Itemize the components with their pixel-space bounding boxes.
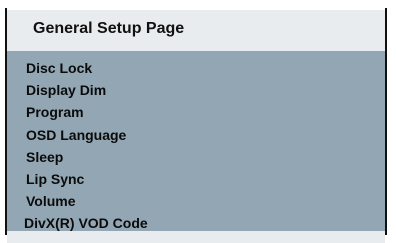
setup-screen: General Setup Page Disc Lock Display Dim… [0,0,396,243]
setup-panel: General Setup Page Disc Lock Display Dim… [5,8,387,243]
settings-list-area: Disc Lock Display Dim Program OSD Langua… [7,51,385,231]
menu-item-program[interactable]: Program [26,101,148,123]
page-title: General Setup Page [33,20,185,37]
menu-item-volume[interactable]: Volume [26,190,148,212]
menu-item-disc-lock[interactable]: Disc Lock [26,57,148,79]
menu-item-sleep[interactable]: Sleep [26,146,148,168]
settings-menu: Disc Lock Display Dim Program OSD Langua… [24,57,148,235]
page-footer [7,231,385,243]
menu-item-display-dim[interactable]: Display Dim [26,79,148,101]
page-header: General Setup Page [7,10,385,51]
menu-item-lip-sync[interactable]: Lip Sync [26,168,148,190]
menu-item-osd-language[interactable]: OSD Language [26,124,148,146]
